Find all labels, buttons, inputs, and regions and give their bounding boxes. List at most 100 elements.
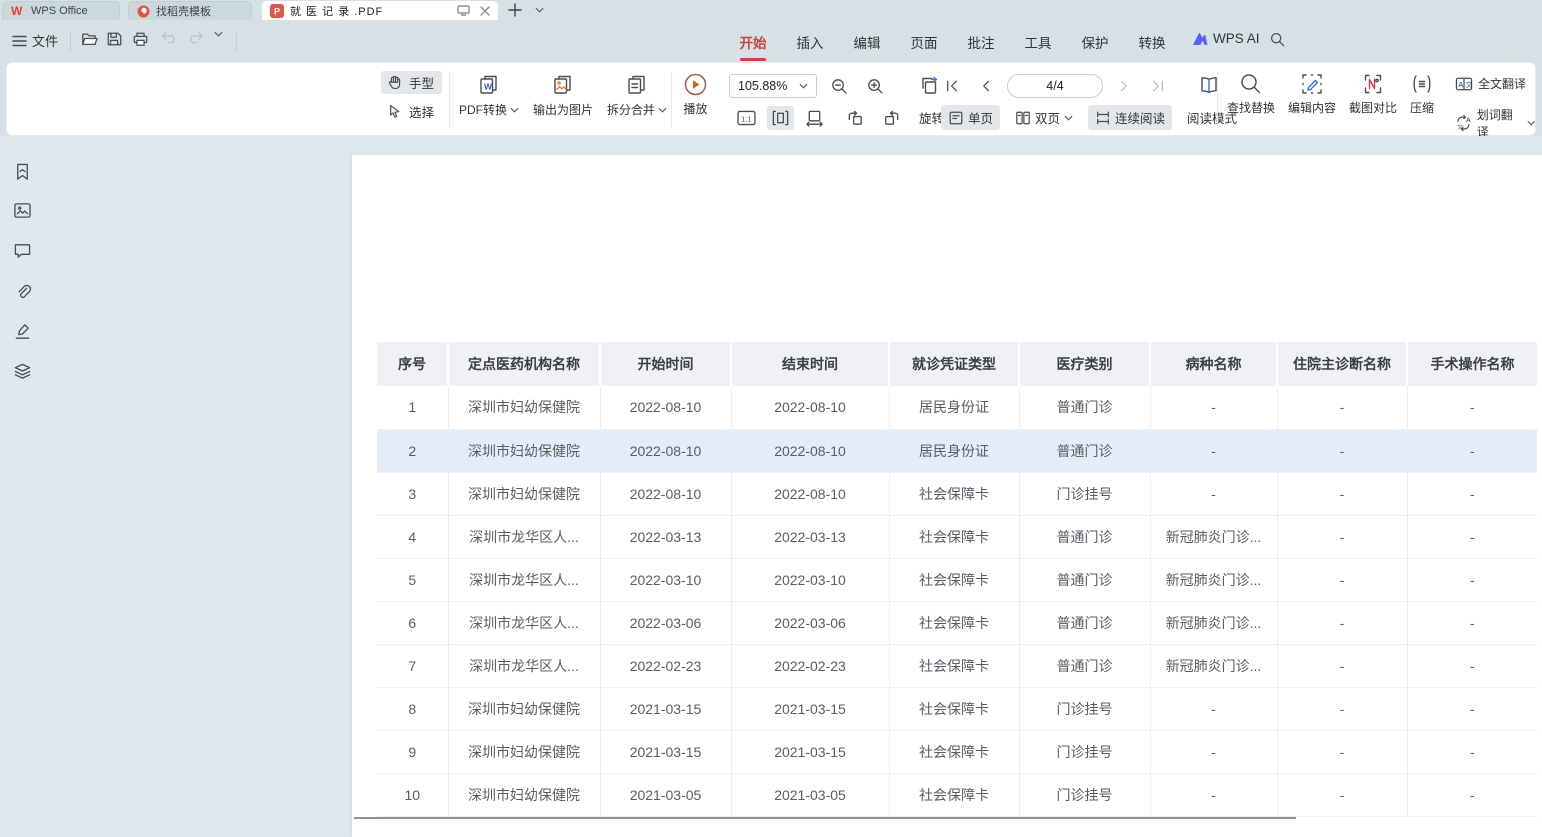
close-tab-icon[interactable] (480, 6, 490, 16)
table-cell: 普通门诊 (1019, 515, 1150, 558)
next-page-button[interactable] (1115, 76, 1135, 96)
column-header: 病种名称 (1150, 342, 1277, 386)
continuous-read-button[interactable]: 连续阅读 (1088, 105, 1172, 130)
thumbnail-icon[interactable] (13, 202, 32, 219)
pdf-convert-button[interactable]: W PDF转换 (459, 72, 519, 118)
table-cell: - (1407, 687, 1537, 730)
new-tab-button[interactable] (506, 2, 524, 18)
file-menu-button[interactable]: 文件 (12, 31, 58, 50)
fit-width-button[interactable] (801, 106, 828, 130)
float-window-icon[interactable] (457, 5, 470, 16)
select-tool-button[interactable]: 选择 (381, 100, 442, 123)
first-page-button[interactable] (941, 76, 963, 96)
layers-icon[interactable] (13, 362, 32, 381)
quickbar-more-chevron-icon[interactable] (214, 31, 223, 37)
word-translate-label: 划词翻译 (1477, 106, 1522, 140)
open-file-button[interactable] (80, 31, 98, 47)
previous-page-button[interactable] (975, 76, 995, 96)
rotate-left-button[interactable] (841, 105, 870, 130)
document-viewport[interactable]: 序号定点医药机构名称开始时间结束时间就诊凭证类型医疗类别病种名称住院主诊断名称手… (45, 136, 1542, 837)
full-translate-button[interactable]: A文 全文翻译 (1455, 75, 1535, 92)
double-page-icon (1015, 110, 1031, 126)
table-cell: - (1277, 773, 1407, 816)
table-row: 7深圳市龙华区人...2022-02-232022-02-23社会保障卡普通门诊… (377, 644, 1537, 687)
menu-tools[interactable]: 工具 (1023, 32, 1053, 52)
fit-page-button[interactable] (767, 106, 794, 130)
tab-template-store[interactable]: 找稻壳模板 (128, 1, 252, 20)
edit-content-button[interactable]: 编辑内容 (1288, 72, 1336, 116)
table-cell: 2021-03-15 (600, 730, 731, 773)
bookmark-icon[interactable] (13, 162, 32, 182)
tab-wps-office[interactable]: W WPS Office (2, 1, 120, 20)
zoom-in-button[interactable] (862, 74, 889, 99)
svg-text:W: W (484, 82, 493, 92)
menu-comment[interactable]: 批注 (966, 32, 996, 52)
select-tool-label: 选择 (409, 102, 434, 121)
table-cell: 社会保障卡 (889, 515, 1019, 558)
table-row: 1深圳市妇幼保健院2022-08-102022-08-10居民身份证普通门诊--… (377, 386, 1537, 429)
cursor-icon (386, 103, 403, 120)
attachment-icon[interactable] (13, 282, 32, 301)
table-cell: - (1150, 730, 1277, 773)
menu-page[interactable]: 页面 (909, 32, 939, 52)
split-merge-button[interactable]: 拆分合并 (607, 72, 667, 118)
play-button[interactable]: 播放 (683, 72, 708, 117)
table-cell: 2022-03-10 (600, 558, 731, 601)
menu-convert[interactable]: 转换 (1137, 32, 1167, 52)
table-cell: 2022-03-06 (600, 601, 731, 644)
tab-list-chevron-icon[interactable] (530, 2, 548, 18)
table-cell: 普通门诊 (1019, 558, 1150, 601)
redo-button[interactable] (188, 31, 205, 45)
save-button[interactable] (106, 31, 123, 47)
table-cell: 新冠肺炎门诊... (1150, 515, 1277, 558)
zoom-level-select[interactable]: 105.88% (729, 74, 817, 98)
compress-button[interactable]: 压缩 (1410, 72, 1434, 116)
find-replace-button[interactable]: 查找替换 (1227, 72, 1275, 116)
docer-icon (137, 5, 150, 18)
svg-text:A: A (1466, 117, 1471, 124)
signature-pen-icon[interactable] (13, 322, 32, 341)
screenshot-compare-button[interactable]: 截图对比 (1349, 72, 1397, 116)
menu-protect[interactable]: 保护 (1080, 32, 1110, 52)
table-cell: 2 (377, 429, 448, 472)
svg-text:文: 文 (1466, 80, 1473, 89)
undo-button[interactable] (160, 31, 177, 45)
menu-edit[interactable]: 编辑 (852, 32, 882, 52)
table-cell: 社会保障卡 (889, 601, 1019, 644)
menu-home[interactable]: 开始 (738, 32, 768, 52)
hand-tool-button[interactable]: 手型 (381, 71, 442, 94)
comment-panel-icon[interactable] (13, 242, 32, 259)
table-cell: 新冠肺炎门诊... (1150, 601, 1277, 644)
last-page-button[interactable] (1147, 76, 1169, 96)
table-cell: 门诊挂号 (1019, 687, 1150, 730)
table-cell: 普通门诊 (1019, 429, 1150, 472)
table-row: 4深圳市龙华区人...2022-03-132022-03-13社会保障卡普通门诊… (377, 515, 1537, 558)
read-mode-icon[interactable] (1193, 72, 1225, 99)
menu-insert[interactable]: 插入 (795, 32, 825, 52)
table-cell: 深圳市龙华区人... (448, 558, 600, 601)
table-cell: 普通门诊 (1019, 386, 1150, 429)
print-button[interactable] (132, 31, 149, 47)
actual-size-button[interactable]: 1:1 (733, 107, 760, 129)
single-page-button[interactable]: 单页 (941, 105, 1000, 130)
wps-ai-button[interactable]: WPS AI (1192, 31, 1260, 46)
column-header: 序号 (377, 342, 448, 386)
table-cell: 门诊挂号 (1019, 472, 1150, 515)
table-cell: - (1277, 515, 1407, 558)
screenshot-compare-label: 截图对比 (1349, 99, 1397, 116)
page-number-input[interactable]: 4/4 (1007, 74, 1103, 98)
table-cell: 社会保障卡 (889, 558, 1019, 601)
table-cell: - (1407, 472, 1537, 515)
single-page-icon (948, 110, 964, 126)
table-bottom-rule (354, 817, 1296, 819)
menu-search-icon[interactable] (1270, 32, 1285, 47)
word-translate-button[interactable]: 文A 划词翻译 (1455, 106, 1535, 140)
double-page-button[interactable]: 双页 (1008, 105, 1080, 130)
export-image-button[interactable]: 输出为图片 (533, 72, 593, 118)
zoom-out-button[interactable] (826, 74, 853, 99)
tab-document-active[interactable]: P 就 医 记 录 .PDF (262, 1, 498, 20)
rotate-right-button[interactable] (877, 105, 906, 130)
ribbon-toolbar: 手型 选择 W PDF转换 输出为图片 拆分合并 播放 105.88% (6, 62, 1536, 136)
page-indicator: 4/4 (1046, 79, 1063, 93)
table-cell: - (1407, 773, 1537, 816)
